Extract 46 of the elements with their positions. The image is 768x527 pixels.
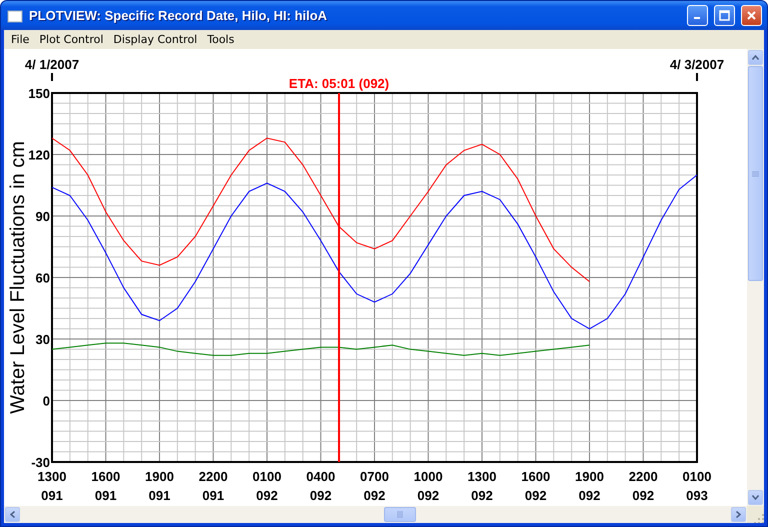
maximize-icon [719,10,730,21]
scroll-down-button[interactable] [748,490,763,505]
x-tick-label: 0100 093 [682,469,712,503]
x-tick-label: 1300 091 [38,469,66,503]
x-tick-label: 2200 092 [628,469,658,503]
menu-item[interactable]: File [6,33,34,46]
x-tick-label: 1000 092 [414,469,443,503]
y-tick-label: 30 [36,332,50,347]
x-tick-label: 1300 092 [468,469,496,503]
menu-item[interactable]: Display Control [108,33,202,46]
y-tick-label: 120 [28,148,50,162]
x-tick-label: 0400 092 [306,469,336,503]
scroll-thumb[interactable] [748,66,763,281]
y-tick-label: 150 [28,86,50,101]
x-tick-label: 2200 091 [198,469,228,503]
menu-item[interactable]: Tools [202,33,240,46]
vertical-scrollbar[interactable] [747,49,764,506]
x-tick-label: 1600 091 [91,469,120,503]
scroll-up-button[interactable] [748,50,763,65]
window-icon [7,8,23,22]
scroll-right-button[interactable] [731,507,746,522]
x-tick-label: 1900 091 [145,469,174,503]
y-tick-label: 0 [42,394,50,408]
scroll-left-button[interactable] [5,507,20,522]
menu-item[interactable]: Plot Control [34,33,108,46]
date-tick [51,73,53,81]
maximize-button[interactable] [714,5,735,26]
y-tick-label: 90 [36,209,50,224]
y-axis-title: Water Level Fluctuations in cm [7,141,29,414]
x-tick-label: 0700 092 [360,469,389,503]
date-tick [696,73,698,81]
window-title: PLOTVIEW: Specific Record Date, Hilo, HI: hiloA [29,8,328,23]
horizontal-scrollbar[interactable] [4,506,747,523]
x-tick-label: 0100 092 [252,469,282,503]
x-tick-label: 1900 092 [575,469,604,503]
x-tick-label: 1600 092 [521,469,550,503]
y-tick-label: -30 [31,455,50,470]
size-grip-icon[interactable] [753,512,764,523]
minimize-button[interactable] [687,5,708,26]
y-tick-label: 60 [36,270,50,286]
close-button[interactable] [741,5,762,26]
end-date: 4/ 3/2007 [670,57,724,72]
start-date: 4/ 1/2007 [24,57,80,72]
close-icon [746,10,757,21]
scroll-thumb[interactable] [384,507,416,522]
eta-label: ETA: 05:01 (092) [288,76,390,91]
